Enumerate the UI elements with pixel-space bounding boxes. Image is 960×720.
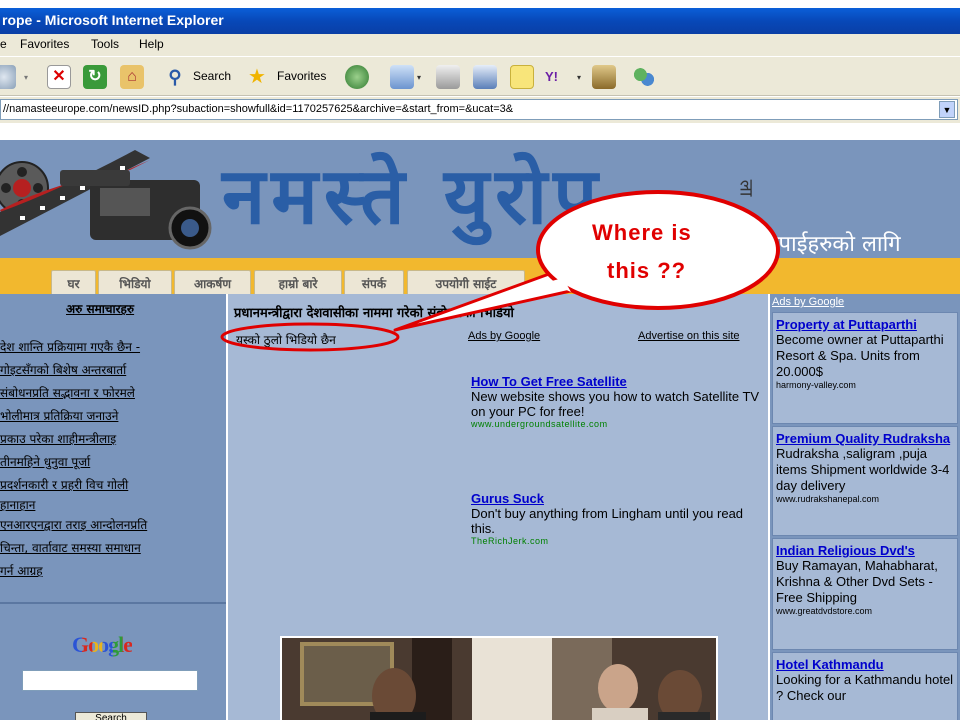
callout-line-1: Where is — [592, 220, 692, 245]
highlight-ellipse — [220, 322, 400, 352]
callout-line-2: this ?? — [607, 258, 687, 283]
callout-pointer — [393, 268, 577, 332]
screenshot: rope - Microsoft Internet Explorer e Fav… — [0, 0, 960, 720]
callout-bubble — [536, 190, 780, 310]
annotation-overlay — [220, 190, 780, 352]
